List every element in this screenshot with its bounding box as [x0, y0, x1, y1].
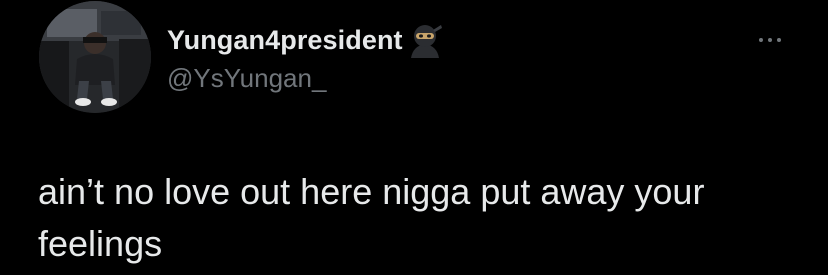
author-handle[interactable]: @YsYungan_	[167, 63, 326, 94]
ninja-icon	[405, 22, 445, 58]
profile-photo	[39, 1, 151, 113]
tweet-card: Yungan4president @YsYungan_ ain’t no lov…	[0, 0, 828, 275]
more-dot	[768, 38, 772, 42]
more-dot	[777, 38, 781, 42]
more-options-icon[interactable]	[750, 30, 790, 50]
avatar[interactable]	[39, 1, 151, 113]
more-dot	[759, 38, 763, 42]
display-name[interactable]: Yungan4president	[167, 25, 403, 56]
tweet-text: ain’t no love out here nigga put away yo…	[38, 171, 715, 264]
author-name-row[interactable]: Yungan4president	[167, 22, 445, 58]
